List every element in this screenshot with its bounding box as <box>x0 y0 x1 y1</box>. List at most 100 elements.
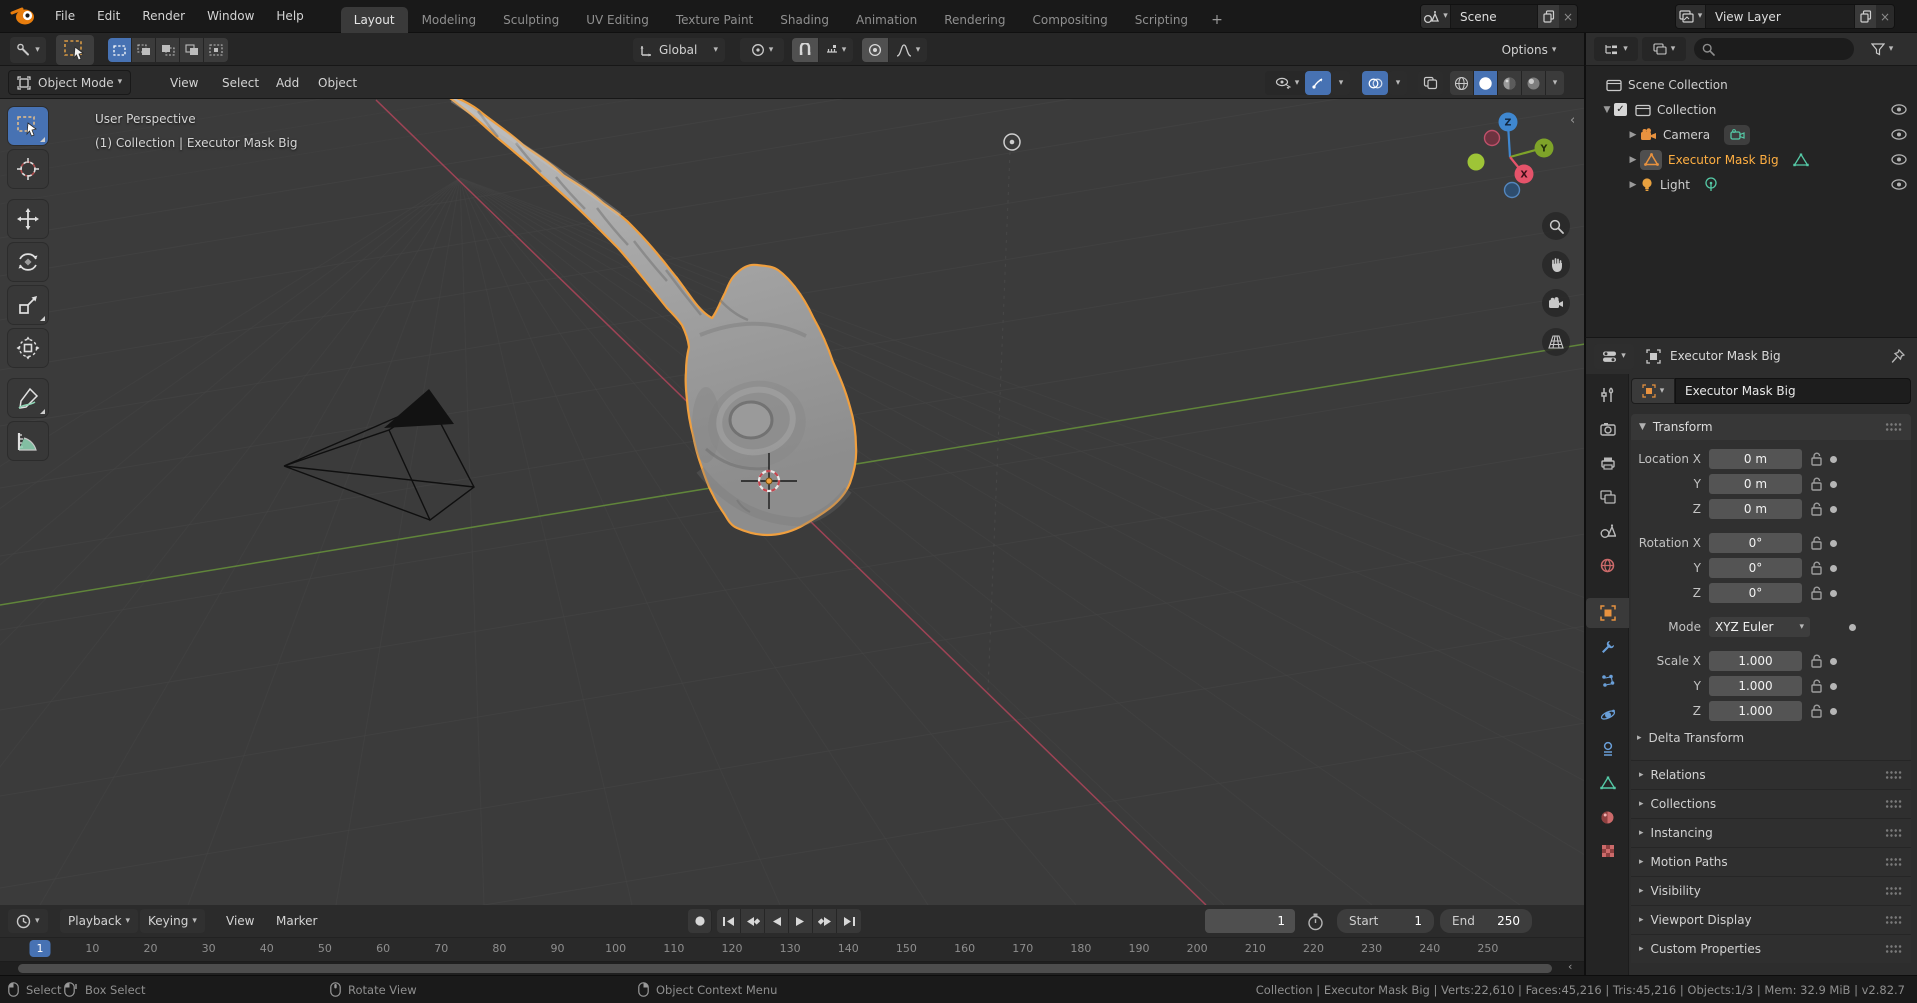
panel-grip[interactable] <box>1885 422 1902 432</box>
panel-viewport-display[interactable]: ▸ Viewport Display <box>1631 905 1911 934</box>
lock-icon[interactable] <box>1810 679 1823 693</box>
gizmo-neg-z-axis[interactable] <box>1503 181 1521 199</box>
panel-motion-paths[interactable]: ▸ Motion Paths <box>1631 847 1911 876</box>
animate-dot[interactable] <box>1830 657 1837 665</box>
hide-toggle-eye-icon[interactable] <box>1891 129 1907 140</box>
keying-menu[interactable]: Keying ▾ <box>140 909 205 933</box>
outliner-row-scene-collection[interactable]: Scene Collection <box>1586 72 1917 97</box>
zoom-button[interactable] <box>1542 212 1570 240</box>
active-tool-popover-button[interactable]: ▾ <box>10 37 46 63</box>
tab-object[interactable] <box>1586 598 1629 628</box>
rotation-z-field[interactable]: 0° <box>1709 583 1802 603</box>
tab-compositing[interactable]: Compositing <box>1019 7 1120 33</box>
disclosure-triangle[interactable]: ▼ <box>1600 105 1614 115</box>
lock-icon[interactable] <box>1810 502 1823 516</box>
executor-mask-object[interactable] <box>442 99 858 537</box>
timeline-view-menu[interactable]: View <box>218 909 262 933</box>
tab-sculpting[interactable]: Sculpting <box>490 7 572 33</box>
lock-icon[interactable] <box>1810 477 1823 491</box>
lock-icon[interactable] <box>1810 654 1823 668</box>
tab-render[interactable] <box>1586 414 1629 444</box>
add-workspace-button[interactable]: + <box>1202 7 1232 33</box>
outliner-filter-dropdown[interactable]: ▾ <box>1862 37 1902 61</box>
proportional-editing-toggle[interactable] <box>862 38 888 62</box>
rotation-mode-dropdown[interactable]: XYZ Euler ▾ <box>1709 617 1810 637</box>
object-visibility-dropdown[interactable]: ▾ <box>1265 71 1309 95</box>
animate-dot[interactable] <box>1830 455 1837 463</box>
proportional-falloff-dropdown[interactable]: ▾ <box>889 38 927 62</box>
current-frame-field[interactable]: 1 <box>1205 909 1295 933</box>
tool-scale[interactable] <box>8 286 48 324</box>
object-name-input[interactable]: Executor Mask Big <box>1675 378 1911 404</box>
tab-layout[interactable]: Layout <box>340 6 408 33</box>
lock-icon[interactable] <box>1810 561 1823 575</box>
object-browse-button[interactable]: ▾ <box>1631 378 1675 404</box>
viewport-menu-add[interactable]: Add <box>266 66 309 99</box>
shading-wireframe-button[interactable] <box>1450 71 1474 95</box>
playback-menu[interactable]: Playback ▾ <box>60 909 139 933</box>
animate-dot[interactable] <box>1830 707 1837 715</box>
scale-x-field[interactable]: 1.000 <box>1709 651 1802 671</box>
scene-name[interactable]: Scene <box>1451 10 1537 24</box>
select-mode-set[interactable] <box>108 38 132 62</box>
overlays-toggle[interactable] <box>1362 71 1388 95</box>
sidebar-collapse-arrow[interactable]: ‹ <box>1570 113 1575 128</box>
frame-end-field[interactable]: End 250 <box>1440 909 1532 933</box>
panel-relations[interactable]: ▸ Relations <box>1631 760 1911 789</box>
overlays-dropdown[interactable]: ▾ <box>1389 71 1407 95</box>
pan-button[interactable] <box>1542 251 1570 279</box>
tool-select-box[interactable] <box>8 107 48 145</box>
scene-new-button[interactable] <box>1537 5 1559 28</box>
lock-icon[interactable] <box>1810 586 1823 600</box>
light-data-icon[interactable] <box>1704 177 1718 192</box>
view-layer-browse-button[interactable]: ▾ <box>1676 5 1706 28</box>
select-mode-invert[interactable] <box>180 38 204 62</box>
shading-material-button[interactable] <box>1498 71 1522 95</box>
tab-texture[interactable] <box>1586 836 1629 866</box>
tab-modeling[interactable]: Modeling <box>409 7 490 33</box>
tool-rotate[interactable] <box>8 243 48 281</box>
scene-browse-button[interactable]: ▾ <box>1421 5 1451 28</box>
snap-settings-dropdown[interactable]: ▾ <box>819 38 853 62</box>
timeline-ruler[interactable]: 1 10 20 30 40 50 60 70 80 90 100 110 120 130 140 150 160… <box>0 938 1585 962</box>
tab-animation[interactable]: Animation <box>843 7 930 33</box>
tab-scripting[interactable]: Scripting <box>1122 7 1201 33</box>
location-x-field[interactable]: 0 m <box>1709 449 1802 469</box>
editor-type-dropdown[interactable]: ▾ <box>8 909 48 933</box>
hide-toggle-eye-icon[interactable] <box>1891 154 1907 165</box>
tab-object-data[interactable] <box>1586 768 1629 798</box>
gizmos-toggle[interactable] <box>1305 71 1331 95</box>
scale-z-field[interactable]: 1.000 <box>1709 701 1802 721</box>
tab-constraints[interactable] <box>1586 734 1629 764</box>
select-mode-subtract[interactable] <box>156 38 180 62</box>
xray-toggle[interactable] <box>1418 71 1443 95</box>
animate-dot[interactable] <box>1830 682 1837 690</box>
tab-texture-paint[interactable]: Texture Paint <box>663 7 766 33</box>
outliner-filter-type-dropdown[interactable]: ▾ <box>1642 37 1686 61</box>
tab-scene[interactable] <box>1586 516 1629 546</box>
tool-measure[interactable] <box>8 422 48 460</box>
3d-viewport[interactable]: User Perspective (1) Collection | Execut… <box>0 99 1585 905</box>
frame-start-field[interactable]: Start 1 <box>1337 909 1434 933</box>
animate-dot[interactable] <box>1830 589 1837 597</box>
lock-icon[interactable] <box>1810 536 1823 550</box>
outliner-row-collection[interactable]: ▼ ✓ Collection <box>1586 97 1917 122</box>
panel-grip[interactable] <box>1885 828 1902 838</box>
tool-transform[interactable] <box>8 329 48 367</box>
panel-collections[interactable]: ▸ Collections <box>1631 789 1911 818</box>
light-gizmo[interactable] <box>1003 133 1021 151</box>
camera-view-button[interactable] <box>1542 289 1570 317</box>
pin-icon[interactable] <box>1891 348 1905 364</box>
panel-grip[interactable] <box>1885 799 1902 809</box>
panel-grip[interactable] <box>1885 944 1902 954</box>
viewport-menu-view[interactable]: View <box>160 66 208 99</box>
mode-dropdown[interactable]: Object Mode ▾ <box>8 70 132 95</box>
jump-next-keyframe-button[interactable] <box>813 909 837 933</box>
outliner-row-light[interactable]: ▶ Light <box>1586 172 1917 197</box>
navigation-gizmo[interactable]: Z Y X <box>1465 112 1555 202</box>
disclosure-triangle[interactable]: ▶ <box>1626 130 1640 140</box>
mesh-data-icon[interactable] <box>1792 152 1809 167</box>
view-layer-new-button[interactable] <box>1854 5 1876 28</box>
rotation-y-field[interactable]: 0° <box>1709 558 1802 578</box>
marker-menu[interactable]: Marker <box>268 909 325 933</box>
